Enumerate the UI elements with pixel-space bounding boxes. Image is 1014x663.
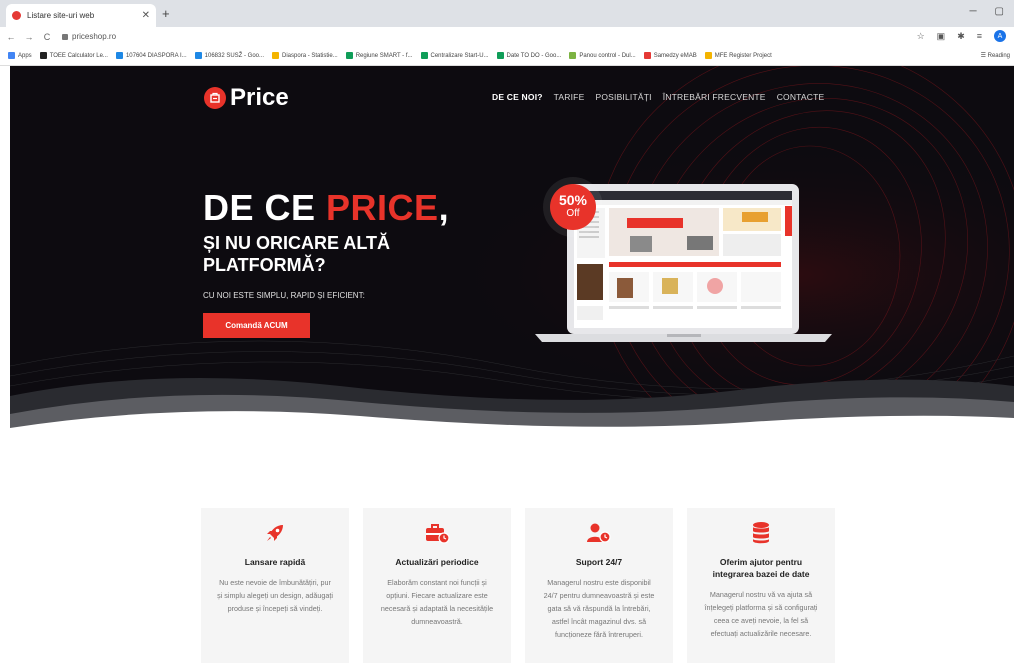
browser-tabstrip: Listare site-uri web ✕ + ─ ▢ (0, 0, 1014, 27)
feature-text: Elaborăm constant noi funcții și opțiuni… (380, 578, 494, 626)
bookmark-label: 106832 SUSŽ - Goo... (204, 52, 265, 59)
menu-item[interactable]: POSIBILITĂȚI (595, 92, 651, 102)
bookmark-favicon-icon (569, 52, 577, 59)
bookmark-label: TOEE Calculator Le... (49, 52, 108, 59)
extension-icon[interactable]: ▣ (937, 31, 946, 42)
hero-subtitle: ȘI NU ORICARE ALTĂ PLATFORMĂ? (203, 233, 390, 275)
hero-section: Price DE CE NOI? TARIFE POSIBILITĂȚI ÎNTREB… (10, 66, 1014, 446)
reading-list[interactable]: ☰ Reading (981, 52, 1010, 59)
bookmark-label: Diaspora - Statistie... (282, 52, 338, 59)
discount-badge: 50% Off (550, 184, 596, 230)
reload-icon[interactable]: C (40, 32, 54, 42)
database-icon (687, 520, 835, 546)
star-icon[interactable]: ☆ (917, 31, 925, 42)
bookmark-item[interactable]: Apps (8, 52, 32, 59)
bookmark-item[interactable]: 107604 DIASPORA I... (115, 52, 187, 59)
support-icon (525, 520, 673, 546)
bookmark-item[interactable]: 106832 SUSŽ - Goo... (194, 52, 265, 59)
address-bar[interactable]: priceshop.ro (62, 32, 116, 41)
url-text[interactable]: priceshop.ro (72, 32, 116, 41)
bookmark-item[interactable]: MFE Register Project (704, 52, 772, 59)
new-tab-icon[interactable]: + (162, 6, 170, 21)
feature-card: Suport 24/7 Managerul nostru este disponi… (525, 508, 673, 663)
bookmark-item[interactable]: Samedzy eMAB (643, 52, 697, 59)
feature-title: Oferim ajutor pentru integrarea bazei de… (712, 557, 810, 579)
feature-text: Nu este nevoie de îmbunătățiri, pur și s… (217, 578, 333, 613)
bookmark-label: Samedzy eMAB (653, 52, 697, 59)
bookmark-label: Panou control - Dul... (579, 52, 636, 59)
bookmark-favicon-icon (39, 52, 47, 59)
bookmark-item[interactable]: Diaspora - Statistie... (272, 52, 338, 59)
feature-title: Actualizări periodice (395, 557, 479, 567)
feature-card: Actualizări periodice Elaborăm constant n… (363, 508, 511, 663)
bookmark-favicon-icon (8, 52, 15, 59)
hero-title: DE CE PRICE, (203, 187, 449, 229)
logo-text: Price (230, 84, 289, 111)
minimize-icon[interactable]: ─ (969, 6, 976, 17)
menu-item[interactable]: ÎNTREBĂRI FRECVENTE (663, 92, 766, 102)
puzzle-icon[interactable]: ✱ (957, 31, 965, 42)
bookmark-label: MFE Register Project (714, 52, 772, 59)
order-now-button[interactable]: Comandă ACUM (203, 313, 310, 338)
bookmark-label: Apps (18, 52, 32, 59)
close-tab-icon[interactable]: ✕ (142, 10, 150, 21)
site-logo[interactable]: Price (204, 84, 289, 112)
bookmark-favicon-icon (345, 52, 353, 59)
bookmark-item[interactable]: Panou control - Dul... (569, 52, 636, 59)
badge-off: Off (566, 208, 580, 219)
bookmark-item[interactable]: Date TO DO - Goo... (496, 52, 562, 59)
bookmark-label: Regiune SMART - f... (355, 52, 413, 59)
bookmark-label: 107604 DIASPORA I... (125, 52, 187, 59)
bookmark-favicon-icon (420, 52, 428, 59)
feature-card: Oferim ajutor pentru integrarea bazei de… (687, 508, 835, 663)
back-icon[interactable]: ← (4, 32, 18, 42)
feature-title: Lansare rapidă (244, 557, 306, 567)
feature-title: Suport 24/7 (575, 557, 623, 567)
lock-icon (62, 33, 68, 40)
rocket-icon (201, 520, 349, 546)
hero-title-comma: , (438, 187, 450, 228)
hero-tagline: CU NOI ESTE SIMPLU, RAPID ȘI EFICIENT: (203, 291, 365, 300)
badge-percent: 50% (558, 192, 588, 208)
bookmarks-bar: Apps TOEE Calculator Le... 107604 DIASPORA… (0, 46, 1014, 66)
media-icon[interactable]: ≡ (977, 31, 982, 41)
bookmark-favicon-icon (115, 52, 123, 59)
bookmark-favicon-icon (272, 52, 280, 59)
bookmark-favicon-icon (194, 52, 202, 59)
logo-icon (204, 87, 226, 109)
menu-item[interactable]: DE CE NOI? (492, 92, 543, 102)
menu-item[interactable]: CONTACTE (777, 92, 825, 102)
features-section: Lansare rapidă Nu este nevoie de îmbunătă… (201, 508, 835, 663)
feature-card: Lansare rapidă Nu este nevoie de îmbunătă… (201, 508, 349, 663)
browser-toolbar: ← → C priceshop.ro ☆ ▣ ✱ ≡ A (0, 27, 1014, 46)
maximize-icon[interactable]: ▢ (995, 6, 1004, 17)
forward-icon[interactable]: → (22, 32, 36, 42)
feature-text: Managerul nostru este disponibil 24/7 pe… (543, 578, 655, 639)
menu-item[interactable]: TARIFE (554, 92, 585, 102)
tab-title: Listare site-uri web (27, 11, 95, 20)
hero-title-white: DE CE (203, 187, 327, 228)
hero-background (10, 66, 1014, 446)
bookmark-item[interactable]: Regiune SMART - f... (345, 52, 413, 59)
reading-list-label: Reading (987, 53, 1010, 59)
bookmark-item[interactable]: TOEE Calculator Le... (39, 52, 108, 59)
hero-title-red: PRICE (326, 187, 439, 228)
bookmark-favicon-icon (704, 52, 712, 59)
bookmark-favicon-icon (643, 52, 651, 59)
bookmark-item[interactable]: Centralizare Start-U... (420, 52, 489, 59)
toolbox-icon (363, 520, 511, 546)
bookmark-favicon-icon (496, 52, 504, 59)
main-menu: DE CE NOI? TARIFE POSIBILITĂȚI ÎNTREBĂRI FR… (492, 92, 824, 102)
profile-avatar[interactable]: A (994, 30, 1006, 42)
feature-text: Managerul nostru vă va ajuta să înțelege… (704, 590, 818, 638)
bookmark-label: Date TO DO - Goo... (506, 52, 562, 59)
bookmark-label: Centralizare Start-U... (430, 52, 489, 59)
tab-favicon-icon (12, 11, 21, 20)
browser-tab[interactable]: Listare site-uri web ✕ (6, 4, 156, 27)
